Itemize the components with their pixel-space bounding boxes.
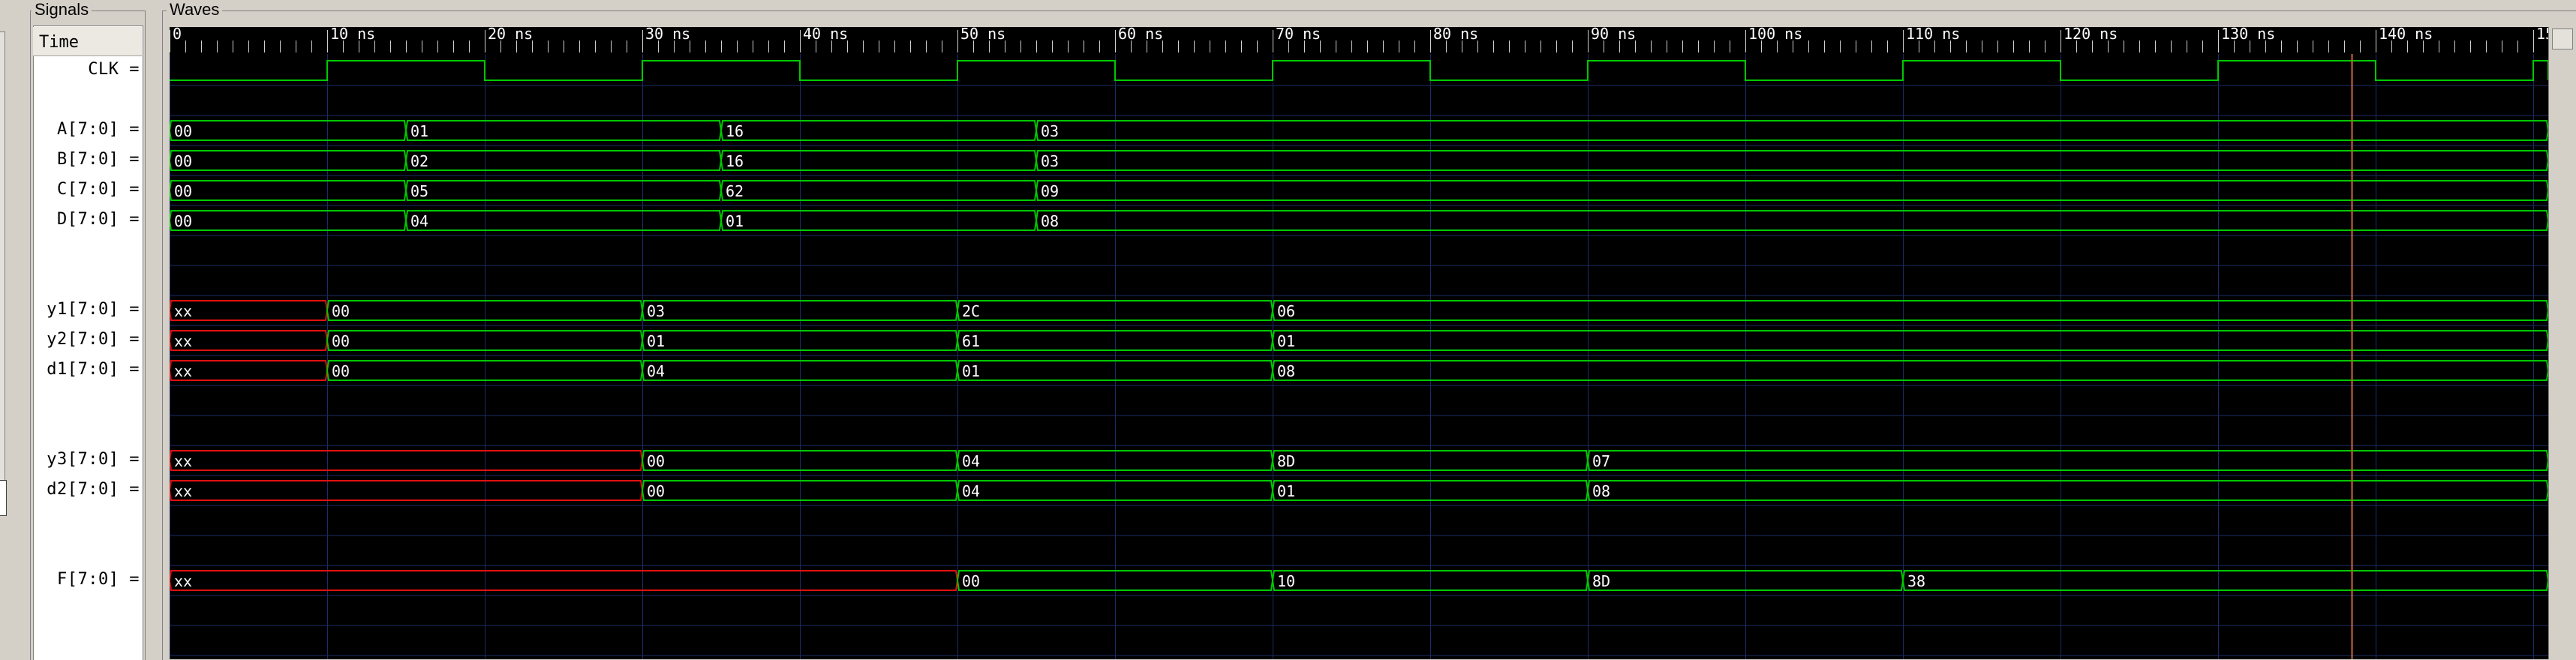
bus-value-label: 16 <box>726 152 744 170</box>
signal-name[interactable]: y1[7:0] = <box>47 300 140 319</box>
bus-value-label: 04 <box>962 452 980 470</box>
wave-background <box>170 27 2548 659</box>
bus-value-label: 10 <box>1277 572 1295 590</box>
bus-value-label: 08 <box>1041 212 1059 230</box>
bus-value-label: 04 <box>647 362 665 380</box>
bus-value-label: 07 <box>1592 452 1610 470</box>
bus-value-label: xx <box>174 332 192 350</box>
waves-panel-title: Waves <box>167 0 223 20</box>
bus-value-label: 03 <box>1041 152 1059 170</box>
pane-splitter[interactable] <box>147 0 162 659</box>
bus-value-label: 38 <box>1907 572 1925 590</box>
signal-name[interactable]: y3[7:0] = <box>47 450 140 469</box>
ruler-label: 150 ns <box>2536 27 2548 43</box>
bus-value-label: 01 <box>726 212 744 230</box>
signal-name[interactable]: CLK = <box>88 60 140 79</box>
ruler-label: 60 ns <box>1118 27 1163 43</box>
bus-value-label: 16 <box>726 122 744 140</box>
ruler-label: 90 ns <box>1591 27 1636 43</box>
bus-value-label: 08 <box>1277 362 1295 380</box>
waves-panel: Waves 0 10 ns 20 ns 30 ns 40 ns 50 ns 60 ns 70 … <box>162 0 2576 660</box>
ruler-label: 70 ns <box>1276 27 1321 43</box>
bus-value-label: xx <box>174 362 192 380</box>
bus-value-label: 08 <box>1592 482 1610 500</box>
left-panel-edge <box>0 0 30 659</box>
bus-value-label: 8D <box>1592 572 1610 590</box>
ruler-label: 0 <box>173 27 182 43</box>
bus-value-label: xx <box>174 302 192 320</box>
ruler-label: 140 ns <box>2379 27 2433 43</box>
bus-value-label: 03 <box>647 302 665 320</box>
bus-value-label: 00 <box>174 182 192 200</box>
signals-panel-title: Signals <box>32 0 92 20</box>
signal-name[interactable]: d1[7:0] = <box>47 360 140 379</box>
signal-name[interactable]: C[7:0] = <box>57 180 140 199</box>
bus-value-label: xx <box>174 482 192 500</box>
bus-value-label: 06 <box>1277 302 1295 320</box>
ruler-label: 100 ns <box>1748 27 1802 43</box>
bus-value-label: 04 <box>410 212 428 230</box>
ruler-label: 10 ns <box>330 27 375 43</box>
ruler-label: 110 ns <box>1906 27 1960 43</box>
bus-value-label: 00 <box>332 362 350 380</box>
bus-value-label: xx <box>174 572 192 590</box>
collapsed-panel <box>0 32 5 494</box>
bus-value-label: 01 <box>962 362 980 380</box>
signal-name[interactable]: B[7:0] = <box>57 150 140 169</box>
bus-value-label: 01 <box>1277 482 1295 500</box>
bus-value-label: 00 <box>174 122 192 140</box>
ruler-label: 40 ns <box>803 27 848 43</box>
bus-value-label: 00 <box>647 452 665 470</box>
bus-value-label: 01 <box>410 122 428 140</box>
bus-value-label: 00 <box>962 572 980 590</box>
signal-name[interactable]: A[7:0] = <box>57 120 140 139</box>
ruler-label: 30 ns <box>645 27 690 43</box>
ruler-label: 50 ns <box>960 27 1005 43</box>
bus-value-label: xx <box>174 452 192 470</box>
waveform-viewer[interactable]: 0 10 ns 20 ns 30 ns 40 ns 50 ns 60 ns 70 ns 80 n… <box>170 27 2548 659</box>
bus-value-label: 00 <box>332 302 350 320</box>
bus-value-label: 09 <box>1041 182 1059 200</box>
signal-name[interactable]: F[7:0] = <box>57 570 140 589</box>
ruler-label: 20 ns <box>488 27 533 43</box>
ruler-label: 130 ns <box>2221 27 2275 43</box>
ruler-label: 80 ns <box>1433 27 1478 43</box>
bus-value-label: 00 <box>174 212 192 230</box>
signals-header: Time <box>33 27 142 56</box>
bus-value-label: 02 <box>410 152 428 170</box>
bus-value-label: 03 <box>1041 122 1059 140</box>
bus-value-label: 00 <box>647 482 665 500</box>
bus-value-label: 01 <box>1277 332 1295 350</box>
bus-value-label: 62 <box>726 182 744 200</box>
signal-name[interactable]: d2[7:0] = <box>47 480 140 499</box>
vertical-scrollbar[interactable] <box>2548 27 2576 659</box>
ruler-label: 120 ns <box>2064 27 2118 43</box>
signal-name[interactable]: D[7:0] = <box>57 210 140 229</box>
time-label: Time <box>39 33 79 52</box>
bus-value-label: 8D <box>1277 452 1295 470</box>
bus-value-label: 2C <box>962 302 980 320</box>
signals-panel: Signals Time CLK = A[7:0] = B[7:0] = C[7:0]… <box>30 0 146 660</box>
bus-value-label: 61 <box>962 332 980 350</box>
signal-name[interactable]: y2[7:0] = <box>47 330 140 349</box>
scroll-up-arrow[interactable] <box>2552 28 2573 50</box>
bus-value-label: 00 <box>332 332 350 350</box>
panel-tab[interactable] <box>0 480 7 516</box>
bus-value-label: 04 <box>962 482 980 500</box>
bus-value-label: 05 <box>410 182 428 200</box>
bus-value-label: 01 <box>647 332 665 350</box>
bus-value-label: 00 <box>174 152 192 170</box>
